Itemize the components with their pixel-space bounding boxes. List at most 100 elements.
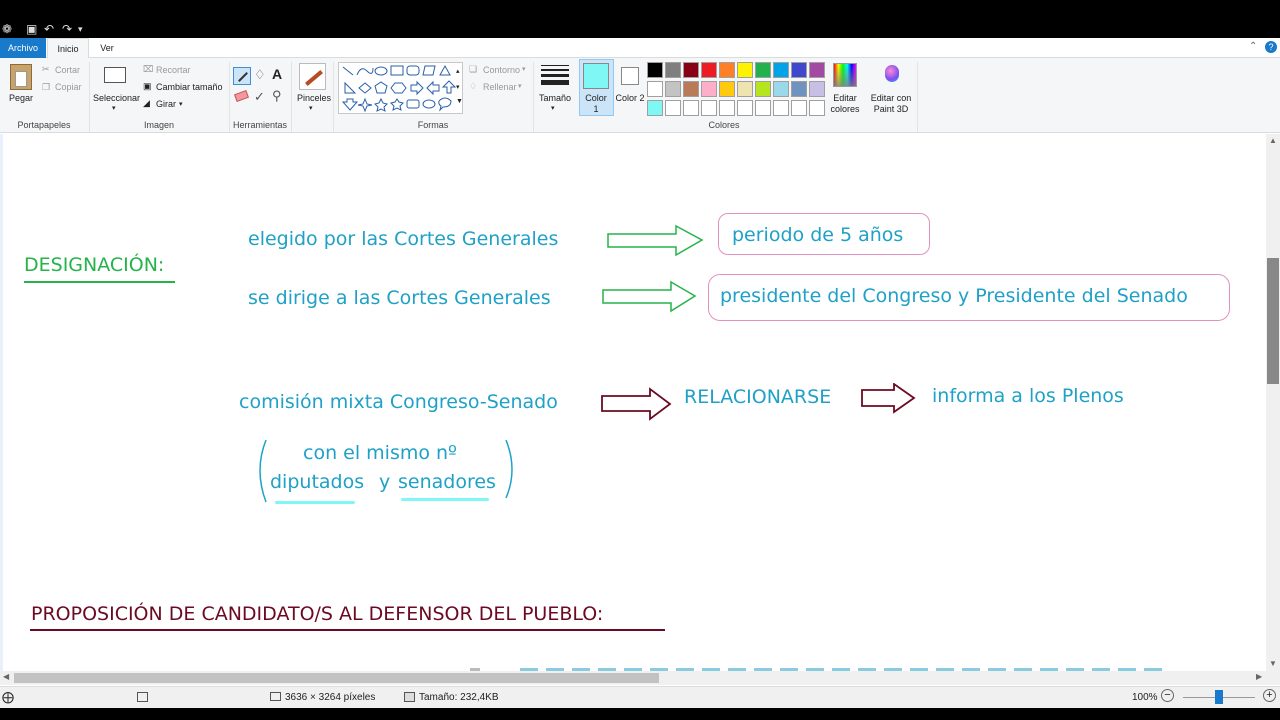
palette-swatch[interactable] <box>647 100 663 116</box>
size-icon[interactable] <box>541 64 569 88</box>
rotate-dropdown-icon[interactable]: ▾ <box>179 99 183 110</box>
save-icon[interactable]: ▣ <box>26 22 37 36</box>
paste-button[interactable]: Pegar <box>9 93 33 104</box>
fill-shape-button[interactable]: Rellenar <box>483 82 517 93</box>
magnifier-icon[interactable]: ⚲ <box>272 88 282 104</box>
palette-swatch[interactable] <box>809 100 825 116</box>
zoom-out-icon[interactable]: − <box>1161 689 1174 702</box>
tab-home[interactable]: Inicio <box>47 38 89 59</box>
shapes-more-icon[interactable]: ▼ <box>456 96 463 107</box>
palette-swatch[interactable] <box>791 100 807 116</box>
fill-icon[interactable]: ♢ <box>254 67 266 83</box>
color2-button[interactable]: Color 2 <box>615 93 645 104</box>
file-size-icon <box>404 692 415 702</box>
zoom-slider-thumb[interactable] <box>1215 690 1223 704</box>
color-picker-icon[interactable]: ✓ <box>254 89 265 105</box>
brushes-dropdown-icon[interactable]: ▾ <box>309 103 313 114</box>
palette-swatch[interactable] <box>809 81 825 97</box>
scroll-up-icon[interactable]: ▲ <box>1269 136 1277 145</box>
rotate-button[interactable]: Girar <box>156 99 176 110</box>
scroll-right-icon[interactable]: ▶ <box>1256 672 1262 681</box>
shapes-scroll-down-icon[interactable]: ▾ <box>456 82 460 93</box>
palette-swatch[interactable] <box>719 62 735 78</box>
paint-app-icon[interactable]: ❁ <box>2 22 12 36</box>
palette-swatch[interactable] <box>737 81 753 97</box>
palette-swatch[interactable] <box>647 81 663 97</box>
shapes-group-label: Formas <box>417 120 449 130</box>
palette-swatch[interactable] <box>683 81 699 97</box>
palette-swatch[interactable] <box>755 81 771 97</box>
resize-icon: ▣ <box>143 81 152 91</box>
palette-swatch[interactable] <box>737 100 753 116</box>
redo-icon[interactable]: ↷ <box>62 22 72 36</box>
palette-swatch[interactable] <box>683 100 699 116</box>
palette-swatch[interactable] <box>737 62 753 78</box>
outline-button[interactable]: Contorno <box>483 65 520 76</box>
shapes-gallery[interactable] <box>338 62 463 114</box>
drawing-canvas[interactable]: DESIGNACIÓN: elegido por las Cortes Gene… <box>0 134 1266 671</box>
cut-button[interactable]: Cortar <box>55 65 80 76</box>
palette-swatch[interactable] <box>755 62 771 78</box>
palette-swatch[interactable] <box>665 100 681 116</box>
vertical-scroll-thumb[interactable] <box>1267 258 1279 384</box>
palette-swatch[interactable] <box>791 62 807 78</box>
palette-swatch[interactable] <box>791 81 807 97</box>
tab-view[interactable]: Ver <box>92 38 122 58</box>
text-icon[interactable]: A <box>272 66 282 82</box>
scroll-left-icon[interactable]: ◀ <box>3 672 9 681</box>
shapes-scroll-up-icon[interactable]: ▴ <box>456 66 460 77</box>
palette-swatch[interactable] <box>701 62 717 78</box>
horizontal-scrollbar[interactable]: ◀ ▶ <box>0 671 1280 685</box>
select-icon[interactable] <box>104 67 126 83</box>
palette-swatch[interactable] <box>773 100 789 116</box>
copy-button[interactable]: Copiar <box>55 82 82 93</box>
status-bar: ⨁ 3636 × 3264 píxeles Tamaño: 232,4KB 10… <box>0 686 1280 708</box>
collapse-ribbon-icon[interactable]: ⌃ <box>1249 41 1257 52</box>
tab-file[interactable]: Archivo <box>0 38 46 58</box>
palette-swatch[interactable] <box>755 100 771 116</box>
palette-swatch[interactable] <box>701 100 717 116</box>
help-icon[interactable]: ? <box>1265 41 1277 53</box>
select-button[interactable]: Seleccionar <box>93 93 140 104</box>
tools-group-label: Herramientas <box>232 120 288 130</box>
horizontal-scroll-thumb[interactable] <box>14 673 659 683</box>
brushes-button[interactable]: Pinceles <box>297 93 331 104</box>
designacion-heading: DESIGNACIÓN: <box>24 254 165 276</box>
paint3d-icon[interactable] <box>880 63 904 87</box>
crop-button[interactable]: Recortar <box>156 65 191 76</box>
palette-swatch[interactable] <box>773 62 789 78</box>
undo-icon[interactable]: ↶ <box>44 22 54 36</box>
vertical-scrollbar[interactable]: ▲ ▼ <box>1266 134 1280 671</box>
zoom-in-icon[interactable]: + <box>1263 689 1276 702</box>
palette-swatch[interactable] <box>719 81 735 97</box>
palette-swatch[interactable] <box>647 62 663 78</box>
pencil-icon[interactable] <box>233 67 251 85</box>
palette-swatch[interactable] <box>773 81 789 97</box>
outline-icon: ❏ <box>469 64 478 74</box>
palette-swatch[interactable] <box>683 62 699 78</box>
customize-quick-access-icon[interactable]: ▾ <box>78 22 83 36</box>
paste-icon[interactable] <box>10 64 32 90</box>
palette-swatch[interactable] <box>809 62 825 78</box>
outline-dropdown-icon[interactable]: ▾ <box>522 64 526 75</box>
scroll-down-icon[interactable]: ▼ <box>1269 659 1277 668</box>
edit-colors-button[interactable]: Editar colores <box>826 93 864 115</box>
size-button[interactable]: Tamaño <box>539 93 571 104</box>
palette-swatch[interactable] <box>701 81 717 97</box>
eraser-icon[interactable] <box>234 90 249 102</box>
crop-icon: ⌧ <box>143 64 154 74</box>
palette-swatch[interactable] <box>665 62 681 78</box>
paint3d-button[interactable]: Editar con Paint 3D <box>868 93 914 115</box>
color2-swatch[interactable] <box>621 67 639 85</box>
brushes-icon[interactable] <box>299 63 326 90</box>
edit-colors-icon[interactable] <box>833 63 857 87</box>
cut-icon: ✂ <box>42 64 50 74</box>
proposicion-underline <box>30 629 665 631</box>
fill-shape-dropdown-icon[interactable]: ▾ <box>518 81 522 92</box>
resize-button[interactable]: Cambiar tamaño <box>156 82 223 93</box>
informa-text: informa a los Plenos <box>932 385 1124 407</box>
select-dropdown-icon[interactable]: ▾ <box>112 103 116 114</box>
palette-swatch[interactable] <box>719 100 735 116</box>
size-dropdown-icon[interactable]: ▾ <box>551 103 555 114</box>
palette-swatch[interactable] <box>665 81 681 97</box>
